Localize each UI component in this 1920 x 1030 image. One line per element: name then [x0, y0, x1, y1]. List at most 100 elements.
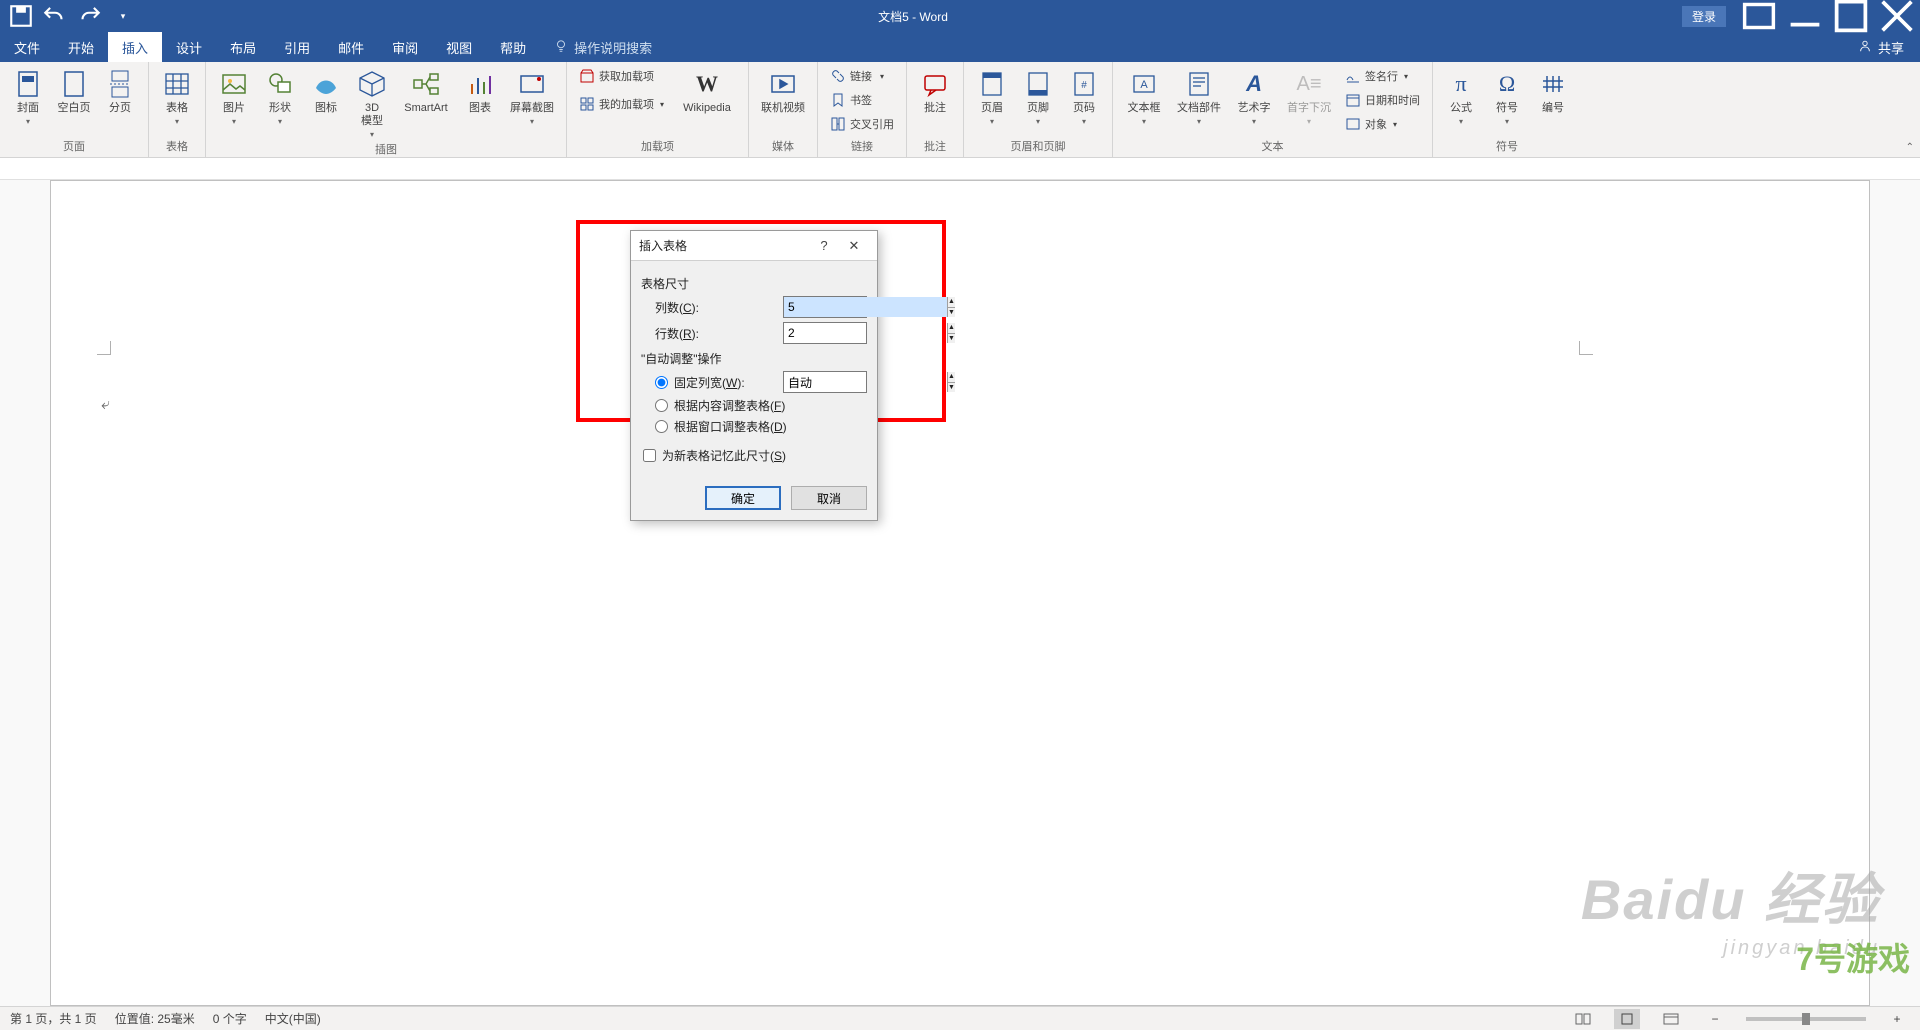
status-words[interactable]: 0 个字: [213, 1010, 247, 1027]
close-icon[interactable]: [1874, 0, 1920, 32]
equation-button[interactable]: π公式▾: [1439, 66, 1483, 126]
rows-label: 行数(R):: [655, 325, 777, 342]
rows-spinner[interactable]: ▲▼: [783, 322, 867, 344]
object-button[interactable]: 对象▾: [1339, 114, 1426, 134]
autofit-content-radio[interactable]: [655, 399, 668, 412]
undo-icon[interactable]: [42, 4, 68, 28]
status-language[interactable]: 中文(中国): [265, 1010, 321, 1027]
save-icon[interactable]: [8, 4, 34, 28]
minimize-icon[interactable]: [1782, 0, 1828, 32]
rows-input[interactable]: [784, 323, 947, 343]
qat-customize-icon[interactable]: ▾: [110, 4, 136, 28]
quick-parts-icon: [1183, 68, 1215, 100]
tab-references[interactable]: 引用: [270, 32, 324, 62]
zoom-slider[interactable]: [1746, 1017, 1866, 1021]
screenshot-icon: [516, 68, 548, 100]
drop-cap-button[interactable]: A≡首字下沉▾: [1281, 66, 1337, 126]
spin-up-icon[interactable]: ▲: [948, 297, 955, 308]
tell-me-search[interactable]: 操作说明搜索: [540, 32, 666, 62]
status-position[interactable]: 位置值: 25毫米: [115, 1010, 195, 1027]
textbox-button[interactable]: A文本框▾: [1119, 66, 1169, 126]
remember-checkbox[interactable]: [643, 449, 656, 462]
group-comments: 批注 批注: [907, 62, 964, 157]
table-button[interactable]: 表格▾: [155, 66, 199, 126]
fixed-width-input[interactable]: [784, 372, 947, 392]
footer-button[interactable]: 页脚▾: [1016, 66, 1060, 126]
signature-line-button[interactable]: 签名行▾: [1339, 66, 1426, 86]
tab-mailings[interactable]: 邮件: [324, 32, 378, 62]
blank-page-button[interactable]: 空白页: [52, 66, 96, 115]
tab-home[interactable]: 开始: [54, 32, 108, 62]
group-links: 链接▾ 书签 交叉引用 链接: [818, 62, 907, 157]
dialog-close-icon[interactable]: ✕: [839, 238, 869, 254]
3d-models-button[interactable]: 3D 模型▾: [350, 66, 394, 139]
addins-icon: [579, 96, 595, 112]
cover-page-button[interactable]: 封面▾: [6, 66, 50, 126]
get-addins-button[interactable]: 获取加载项: [573, 66, 670, 86]
share-button[interactable]: 共享: [1878, 38, 1904, 57]
number-button[interactable]: 编号: [1531, 66, 1575, 115]
fixed-width-spinner[interactable]: ▲▼: [783, 371, 867, 393]
section-size-label: 表格尺寸: [641, 275, 867, 292]
ok-button[interactable]: 确定: [705, 486, 781, 510]
cross-reference-button[interactable]: 交叉引用: [824, 114, 900, 134]
columns-input[interactable]: [784, 297, 947, 317]
collapse-ribbon-icon[interactable]: ⌃: [1906, 142, 1914, 153]
my-addins-button[interactable]: 我的加载项▾: [573, 94, 670, 114]
link-button[interactable]: 链接▾: [824, 66, 900, 86]
tab-file[interactable]: 文件: [0, 32, 54, 62]
autofit-window-radio[interactable]: [655, 420, 668, 433]
online-video-button[interactable]: 联机视频: [755, 66, 811, 115]
page-break-button[interactable]: 分页: [98, 66, 142, 115]
print-layout-icon[interactable]: [1614, 1009, 1640, 1029]
tell-me-label: 操作说明搜索: [574, 38, 652, 57]
symbol-button[interactable]: Ω符号▾: [1485, 66, 1529, 126]
spin-up-icon[interactable]: ▲: [948, 372, 955, 383]
header-button[interactable]: 页眉▾: [970, 66, 1014, 126]
redo-icon[interactable]: [76, 4, 102, 28]
tab-design[interactable]: 设计: [162, 32, 216, 62]
cancel-button[interactable]: 取消: [791, 486, 867, 510]
page-number-button[interactable]: #页码▾: [1062, 66, 1106, 126]
ribbon-display-icon[interactable]: [1736, 0, 1782, 32]
tab-view[interactable]: 视图: [432, 32, 486, 62]
status-page[interactable]: 第 1 页，共 1 页: [10, 1010, 97, 1027]
header-icon: [976, 68, 1008, 100]
smartart-button[interactable]: SmartArt: [396, 66, 456, 115]
tab-insert[interactable]: 插入: [108, 32, 162, 62]
fixed-width-radio[interactable]: [655, 376, 668, 389]
columns-spinner[interactable]: ▲▼: [783, 296, 867, 318]
drop-cap-icon: A≡: [1293, 68, 1325, 100]
pictures-button[interactable]: 图片▾: [212, 66, 256, 126]
zoom-in-icon[interactable]: +: [1884, 1009, 1910, 1029]
tab-review[interactable]: 审阅: [378, 32, 432, 62]
login-button[interactable]: 登录: [1682, 6, 1726, 27]
read-mode-icon[interactable]: [1570, 1009, 1596, 1029]
shapes-button[interactable]: 形状▾: [258, 66, 302, 126]
tab-layout[interactable]: 布局: [216, 32, 270, 62]
maximize-icon[interactable]: [1828, 0, 1874, 32]
dialog-help-icon[interactable]: ?: [809, 238, 839, 253]
wikipedia-button[interactable]: WWikipedia: [672, 66, 742, 115]
comment-button[interactable]: 批注: [913, 66, 957, 115]
group-comments-label: 批注: [913, 136, 957, 157]
store-icon: [579, 68, 595, 84]
group-symbols: π公式▾ Ω符号▾ 编号 符号: [1433, 62, 1581, 157]
chart-button[interactable]: 图表: [458, 66, 502, 115]
group-tables: 表格▾ 表格: [149, 62, 206, 157]
bookmark-button[interactable]: 书签: [824, 90, 900, 110]
spin-down-icon[interactable]: ▼: [948, 383, 955, 393]
quick-parts-button[interactable]: 文档部件▾: [1171, 66, 1227, 126]
document-page[interactable]: ⤶: [50, 180, 1870, 1006]
spin-up-icon[interactable]: ▲: [948, 323, 955, 334]
wordart-button[interactable]: A艺术字▾: [1229, 66, 1279, 126]
icons-button[interactable]: 图标: [304, 66, 348, 115]
tab-help[interactable]: 帮助: [486, 32, 540, 62]
status-bar: 第 1 页，共 1 页 位置值: 25毫米 0 个字 中文(中国) − +: [0, 1006, 1920, 1030]
spin-down-icon[interactable]: ▼: [948, 308, 955, 318]
spin-down-icon[interactable]: ▼: [948, 334, 955, 344]
screenshot-button[interactable]: 屏幕截图▾: [504, 66, 560, 126]
date-time-button[interactable]: 日期和时间: [1339, 90, 1426, 110]
web-layout-icon[interactable]: [1658, 1009, 1684, 1029]
zoom-out-icon[interactable]: −: [1702, 1009, 1728, 1029]
